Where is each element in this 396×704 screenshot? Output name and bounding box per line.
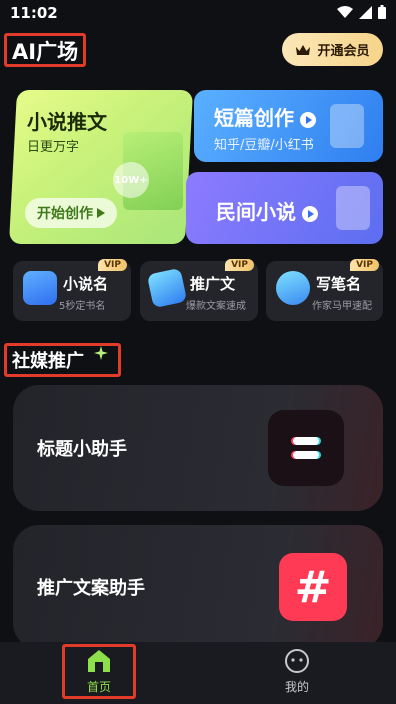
status-time: 11:02	[10, 4, 58, 22]
short-story-title: 短篇创作	[214, 106, 294, 130]
document-icon	[330, 104, 364, 148]
play-icon	[300, 111, 316, 128]
section-title: 社媒推广	[12, 351, 84, 372]
status-icons	[337, 5, 386, 19]
megaphone-icon	[146, 267, 188, 309]
crown-icon	[296, 44, 311, 55]
promo-copy-assistant-card[interactable]: 推广文案助手 #	[13, 525, 383, 649]
tag-icon	[23, 271, 57, 305]
nav-highlight	[62, 644, 136, 699]
start-create-button[interactable]: 开始创作	[25, 198, 117, 228]
book-user-icon	[336, 186, 370, 230]
vip-membership-button[interactable]: 开通会员	[282, 33, 383, 66]
badge-10w: 10W+	[113, 162, 149, 198]
title-assistant-label: 标题小助手	[37, 439, 127, 460]
novel-name-desc: 5秒定书名	[59, 301, 106, 312]
folk-novel-card[interactable]: 民间小说	[186, 172, 383, 244]
pen-name-desc: 作家马甲速配	[312, 301, 372, 312]
bottom-nav: 首页 我的	[0, 642, 396, 704]
badge-10w-label: 10W+	[114, 174, 148, 186]
pen-name-label: 写笔名	[316, 275, 362, 293]
folk-novel-title: 民间小说	[216, 200, 296, 224]
novel-promo-title: 小说推文	[27, 110, 107, 134]
sparkle-icon	[94, 346, 108, 360]
nav-mine[interactable]: 我的	[257, 648, 337, 698]
vip-tag: VIP	[225, 259, 254, 271]
vip-button-label: 开通会员	[317, 44, 370, 59]
hashtag-icon: #	[279, 553, 347, 621]
folk-novel-title-row: 民间小说	[216, 196, 318, 225]
short-story-title-row: 短篇创作	[214, 102, 316, 131]
promo-copy-assistant-label: 推广文案助手	[37, 578, 145, 599]
vip-tag: VIP	[350, 259, 379, 271]
short-story-card[interactable]: 短篇创作 知乎/豆瓣/小红书	[194, 90, 383, 162]
promo-text-label: 推广文	[190, 275, 236, 293]
novel-name-tool[interactable]: VIP 小说名 5秒定书名	[13, 259, 131, 321]
page-title: AI广场	[12, 40, 79, 64]
pen-icon	[276, 271, 310, 305]
pen-name-tool[interactable]: VIP 写笔名 作家马甲速配	[266, 259, 383, 321]
novel-promo-subtitle: 日更万字	[27, 140, 80, 155]
wifi-icon	[337, 5, 353, 18]
play-icon	[302, 205, 318, 222]
promo-text-desc: 爆款文案速成	[186, 301, 246, 312]
status-bar: 11:02	[0, 0, 396, 28]
signal-icon	[359, 5, 372, 19]
title-assistant-card[interactable]: 标题小助手	[13, 385, 383, 511]
profile-icon	[285, 649, 309, 673]
nav-mine-label: 我的	[284, 680, 309, 694]
vip-tag: VIP	[98, 259, 127, 271]
title-assistant-icon	[268, 410, 344, 486]
promo-text-tool[interactable]: VIP 推广文 爆款文案速成	[140, 259, 258, 321]
start-create-label: 开始创作	[37, 206, 93, 222]
short-story-subtitle: 知乎/豆瓣/小红书	[214, 138, 314, 153]
novel-promo-card[interactable]: 小说推文 日更万字 10W+ 开始创作	[8, 90, 194, 244]
battery-icon	[378, 5, 386, 19]
play-icon	[97, 208, 105, 218]
novel-name-label: 小说名	[63, 275, 109, 293]
